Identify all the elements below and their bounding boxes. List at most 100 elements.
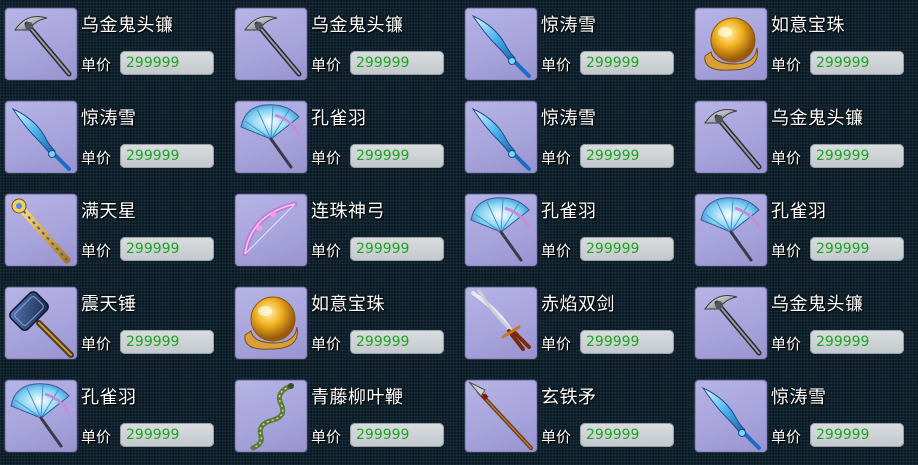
price-box: 299999 <box>120 330 214 354</box>
price-label: 单价 <box>311 428 342 446</box>
price-box: 299999 <box>580 237 674 261</box>
price-box: 299999 <box>350 330 444 354</box>
price-label: 单价 <box>311 56 342 74</box>
item-slot[interactable] <box>465 194 537 266</box>
shop-item[interactable]: 震天锤 单价 299999 <box>0 279 226 361</box>
shop-item[interactable]: 满天星 单价 299999 <box>0 186 226 268</box>
item-slot[interactable] <box>695 8 767 80</box>
shop-item[interactable]: 乌金鬼头镰 单价 299999 <box>690 93 916 175</box>
item-name: 如意宝珠 <box>311 294 385 315</box>
price-label: 单价 <box>311 242 342 260</box>
shop-item[interactable]: 孔雀羽 单价 299999 <box>690 186 916 268</box>
price-value: 299999 <box>126 148 180 164</box>
price-value: 299999 <box>586 334 640 350</box>
item-name: 孔雀羽 <box>771 201 827 222</box>
item-slot[interactable] <box>5 101 77 173</box>
item-name: 青藤柳叶鞭 <box>311 387 404 408</box>
item-slot[interactable] <box>235 101 307 173</box>
item-name: 惊涛雪 <box>81 108 137 129</box>
item-slot[interactable] <box>465 101 537 173</box>
item-slot[interactable] <box>695 101 767 173</box>
item-slot[interactable] <box>465 380 537 452</box>
item-slot[interactable] <box>695 287 767 359</box>
price-box: 299999 <box>810 144 904 168</box>
shop-item[interactable]: 孔雀羽 单价 299999 <box>0 372 226 454</box>
item-slot[interactable] <box>235 380 307 452</box>
item-name: 如意宝珠 <box>771 15 845 36</box>
shop-item[interactable]: 惊涛雪 单价 299999 <box>690 372 916 454</box>
item-slot[interactable] <box>5 8 77 80</box>
price-label: 单价 <box>541 335 572 353</box>
item-slot[interactable] <box>235 287 307 359</box>
item-slot[interactable] <box>695 194 767 266</box>
shop-item[interactable]: 玄铁矛 单价 299999 <box>460 372 686 454</box>
item-name: 孔雀羽 <box>311 108 367 129</box>
price-label: 单价 <box>81 56 112 74</box>
price-label: 单价 <box>541 56 572 74</box>
item-slot[interactable] <box>5 287 77 359</box>
item-name: 玄铁矛 <box>541 387 597 408</box>
shop-item[interactable]: 惊涛雪 单价 299999 <box>0 93 226 175</box>
item-name: 乌金鬼头镰 <box>771 108 864 129</box>
price-label: 单价 <box>771 242 802 260</box>
item-grid: 乌金鬼头镰 单价 299999 乌金鬼头镰 单价 299999 惊涛雪 单价 2… <box>0 0 918 465</box>
item-slot[interactable] <box>5 380 77 452</box>
price-box: 299999 <box>580 51 674 75</box>
item-name: 乌金鬼头镰 <box>311 15 404 36</box>
item-name: 惊涛雪 <box>541 108 597 129</box>
price-value: 299999 <box>126 55 180 71</box>
price-box: 299999 <box>120 423 214 447</box>
item-name: 惊涛雪 <box>771 387 827 408</box>
price-label: 单价 <box>311 335 342 353</box>
price-box: 299999 <box>120 144 214 168</box>
shop-item[interactable]: 孔雀羽 单价 299999 <box>230 93 456 175</box>
price-value: 299999 <box>356 241 410 257</box>
price-value: 299999 <box>816 427 870 443</box>
price-box: 299999 <box>580 330 674 354</box>
price-value: 299999 <box>126 241 180 257</box>
shop-item[interactable]: 赤焰双剑 单价 299999 <box>460 279 686 361</box>
price-box: 299999 <box>810 237 904 261</box>
price-value: 299999 <box>126 427 180 443</box>
item-slot[interactable] <box>235 194 307 266</box>
item-slot[interactable] <box>695 380 767 452</box>
shop-item[interactable]: 乌金鬼头镰 单价 299999 <box>0 0 226 82</box>
shop-item[interactable]: 乌金鬼头镰 单价 299999 <box>230 0 456 82</box>
price-value: 299999 <box>356 427 410 443</box>
price-box: 299999 <box>350 237 444 261</box>
price-label: 单价 <box>771 335 802 353</box>
item-slot[interactable] <box>465 8 537 80</box>
item-name: 乌金鬼头镰 <box>771 294 864 315</box>
price-value: 299999 <box>816 241 870 257</box>
item-slot[interactable] <box>5 194 77 266</box>
item-name: 赤焰双剑 <box>541 294 615 315</box>
price-label: 单价 <box>81 428 112 446</box>
item-name: 惊涛雪 <box>541 15 597 36</box>
price-box: 299999 <box>580 144 674 168</box>
shop-item[interactable]: 如意宝珠 单价 299999 <box>230 279 456 361</box>
item-name: 孔雀羽 <box>541 201 597 222</box>
shop-item[interactable]: 如意宝珠 单价 299999 <box>690 0 916 82</box>
price-value: 299999 <box>816 334 870 350</box>
shop-item[interactable]: 连珠神弓 单价 299999 <box>230 186 456 268</box>
shop-item[interactable]: 青藤柳叶鞭 单价 299999 <box>230 372 456 454</box>
price-value: 299999 <box>126 334 180 350</box>
shop-item[interactable]: 孔雀羽 单价 299999 <box>460 186 686 268</box>
shop-item[interactable]: 惊涛雪 单价 299999 <box>460 0 686 82</box>
price-value: 299999 <box>586 427 640 443</box>
item-slot[interactable] <box>465 287 537 359</box>
price-value: 299999 <box>816 55 870 71</box>
price-value: 299999 <box>816 148 870 164</box>
price-value: 299999 <box>586 241 640 257</box>
price-label: 单价 <box>81 149 112 167</box>
price-value: 299999 <box>356 148 410 164</box>
price-box: 299999 <box>350 423 444 447</box>
item-name: 满天星 <box>81 201 137 222</box>
price-box: 299999 <box>810 330 904 354</box>
shop-item[interactable]: 惊涛雪 单价 299999 <box>460 93 686 175</box>
price-box: 299999 <box>350 144 444 168</box>
price-box: 299999 <box>580 423 674 447</box>
shop-item[interactable]: 乌金鬼头镰 单价 299999 <box>690 279 916 361</box>
price-value: 299999 <box>356 334 410 350</box>
item-slot[interactable] <box>235 8 307 80</box>
